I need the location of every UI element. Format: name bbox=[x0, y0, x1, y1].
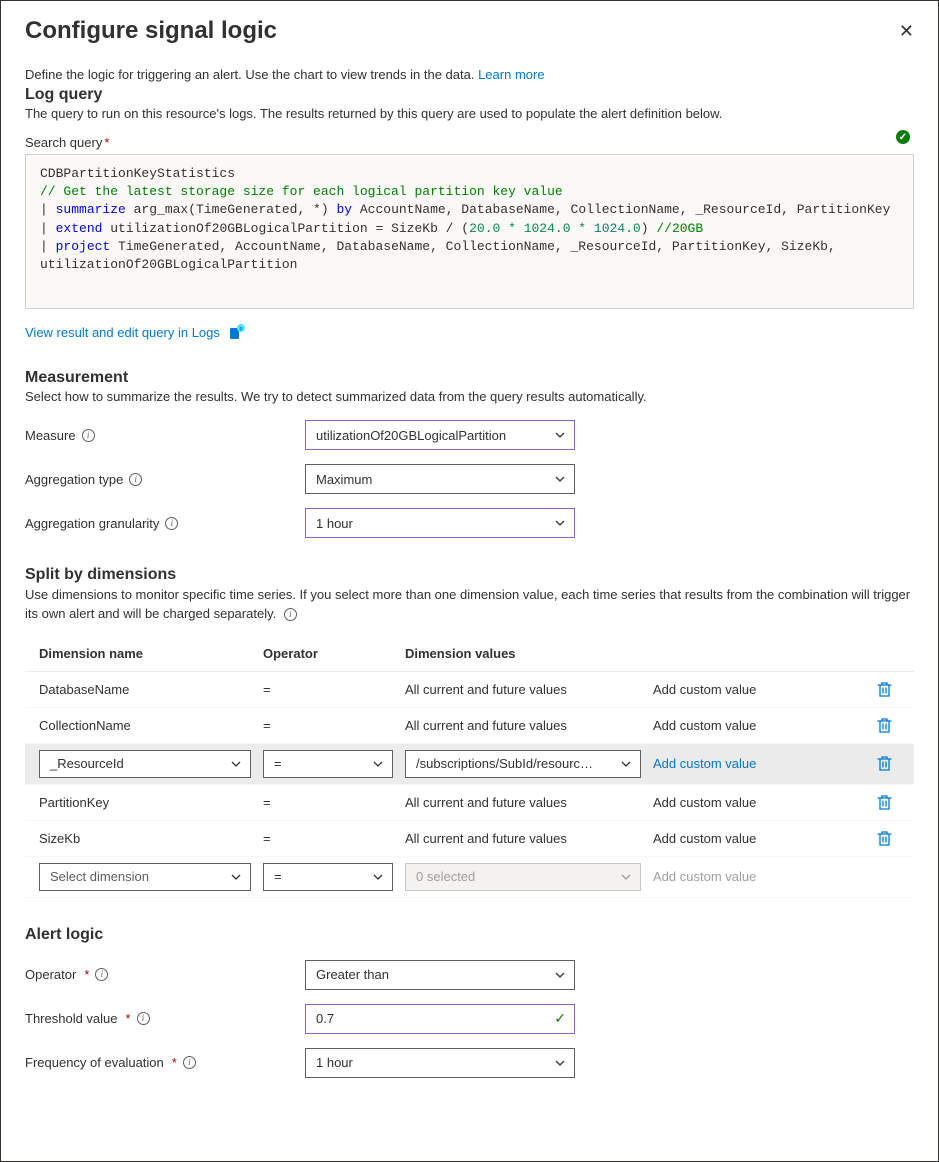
chevron-down-icon bbox=[554, 1057, 566, 1069]
aggregation-type-select[interactable]: Maximum bbox=[305, 464, 575, 494]
search-query-label: Search query* bbox=[25, 135, 914, 150]
add-custom-value-link[interactable]: Add custom value bbox=[653, 756, 852, 771]
operator-label: Operator* i bbox=[25, 967, 305, 982]
intro-text-content: Define the logic for triggering an alert… bbox=[25, 67, 478, 82]
dimension-operator: = bbox=[263, 718, 393, 733]
intro-text: Define the logic for triggering an alert… bbox=[25, 67, 914, 82]
aggregation-type-label: Aggregation type i bbox=[25, 472, 305, 487]
dimension-name: PartitionKey bbox=[39, 795, 251, 810]
dimension-row-placeholder: Select dimension = 0 selected Add custom va… bbox=[25, 857, 914, 898]
info-icon[interactable]: i bbox=[82, 429, 95, 442]
alert-logic-heading: Alert logic bbox=[25, 926, 914, 944]
dimension-values: All current and future values bbox=[405, 795, 641, 810]
dimensions-table-header: Dimension name Operator Dimension values bbox=[25, 636, 914, 672]
frequency-label: Frequency of evaluation* i bbox=[25, 1055, 305, 1070]
chevron-down-icon bbox=[554, 473, 566, 485]
measurement-heading: Measurement bbox=[25, 369, 914, 387]
info-icon[interactable]: i bbox=[95, 968, 108, 981]
add-custom-value-link: Add custom value bbox=[653, 869, 852, 884]
info-icon[interactable]: i bbox=[137, 1012, 150, 1025]
aggregation-granularity-label: Aggregation granularity i bbox=[25, 516, 305, 531]
chevron-down-icon bbox=[554, 517, 566, 529]
svg-text:p: p bbox=[239, 326, 242, 332]
dimension-operator: = bbox=[263, 795, 393, 810]
operator-select[interactable]: Greater than bbox=[305, 960, 575, 990]
info-icon[interactable]: i bbox=[165, 517, 178, 530]
dimension-operator-select[interactable]: = bbox=[263, 750, 393, 778]
dimensions-table: Dimension name Operator Dimension values… bbox=[25, 636, 914, 898]
delete-icon[interactable] bbox=[877, 794, 892, 811]
chevron-down-icon bbox=[372, 758, 384, 770]
dimension-values: All current and future values bbox=[405, 718, 641, 733]
dimension-values-select[interactable]: 0 selected bbox=[405, 863, 641, 891]
chevron-down-icon bbox=[554, 429, 566, 441]
info-icon[interactable]: i bbox=[284, 608, 297, 621]
info-icon[interactable]: i bbox=[129, 473, 142, 486]
valid-check-icon bbox=[896, 130, 910, 144]
view-in-logs-link[interactable]: View result and edit query in Logs bbox=[25, 325, 220, 340]
add-custom-value-link[interactable]: Add custom value bbox=[653, 795, 852, 810]
dimension-values: All current and future values bbox=[405, 831, 641, 846]
learn-more-link[interactable]: Learn more bbox=[478, 67, 544, 82]
close-icon[interactable]: ✕ bbox=[899, 17, 914, 46]
aggregation-granularity-select[interactable]: 1 hour bbox=[305, 508, 575, 538]
delete-icon[interactable] bbox=[877, 717, 892, 734]
logs-icon: p bbox=[228, 323, 246, 341]
measure-label: Measure i bbox=[25, 428, 305, 443]
dimension-values-select[interactable]: /subscriptions/SubId/resourc… bbox=[405, 750, 641, 778]
add-custom-value-link[interactable]: Add custom value bbox=[653, 682, 852, 697]
measure-select[interactable]: utilizationOf20GBLogicalPartition bbox=[305, 420, 575, 450]
chevron-down-icon bbox=[230, 758, 242, 770]
dimension-values: All current and future values bbox=[405, 682, 641, 697]
add-custom-value-link[interactable]: Add custom value bbox=[653, 718, 852, 733]
threshold-value-label: Threshold value* i bbox=[25, 1011, 305, 1026]
dimension-operator-select[interactable]: = bbox=[263, 863, 393, 891]
threshold-value-input[interactable]: 0.7 ✓ bbox=[305, 1004, 575, 1034]
dimension-operator: = bbox=[263, 831, 393, 846]
frequency-select[interactable]: 1 hour bbox=[305, 1048, 575, 1078]
configure-signal-logic-panel: Configure signal logic ✕ Define the logi… bbox=[0, 0, 939, 1162]
log-query-heading: Log query bbox=[25, 86, 914, 104]
chevron-down-icon bbox=[620, 871, 632, 883]
chevron-down-icon bbox=[554, 969, 566, 981]
dimension-row: CollectionName = All current and future va… bbox=[25, 708, 914, 744]
add-custom-value-link[interactable]: Add custom value bbox=[653, 831, 852, 846]
info-icon[interactable]: i bbox=[183, 1056, 196, 1069]
dimension-name: SizeKb bbox=[39, 831, 251, 846]
check-icon: ✓ bbox=[554, 1010, 566, 1027]
chevron-down-icon bbox=[230, 871, 242, 883]
dimension-operator: = bbox=[263, 682, 393, 697]
search-query-input[interactable]: CDBPartitionKeyStatistics // Get the lat… bbox=[25, 154, 914, 309]
delete-icon[interactable] bbox=[877, 830, 892, 847]
dimension-name: CollectionName bbox=[39, 718, 251, 733]
page-title: Configure signal logic bbox=[25, 17, 277, 45]
dimension-row: SizeKb = All current and future values Add … bbox=[25, 821, 914, 857]
split-by-dimensions-desc: Use dimensions to monitor specific time … bbox=[25, 586, 914, 624]
dimension-row: _ResourceId = /subscriptions/SubId/resourc… bbox=[25, 744, 914, 785]
log-query-desc: The query to run on this resource's logs… bbox=[25, 106, 914, 121]
split-by-dimensions-heading: Split by dimensions bbox=[25, 566, 914, 584]
dimension-name-select[interactable]: Select dimension bbox=[39, 863, 251, 891]
dimension-row: PartitionKey = All current and future valu… bbox=[25, 785, 914, 821]
delete-icon[interactable] bbox=[877, 755, 892, 772]
measurement-desc: Select how to summarize the results. We … bbox=[25, 389, 914, 404]
dimension-row: DatabaseName = All current and future valu… bbox=[25, 672, 914, 708]
chevron-down-icon bbox=[372, 871, 384, 883]
delete-icon[interactable] bbox=[877, 681, 892, 698]
chevron-down-icon bbox=[620, 758, 632, 770]
dimension-name-select[interactable]: _ResourceId bbox=[39, 750, 251, 778]
dimension-name: DatabaseName bbox=[39, 682, 251, 697]
